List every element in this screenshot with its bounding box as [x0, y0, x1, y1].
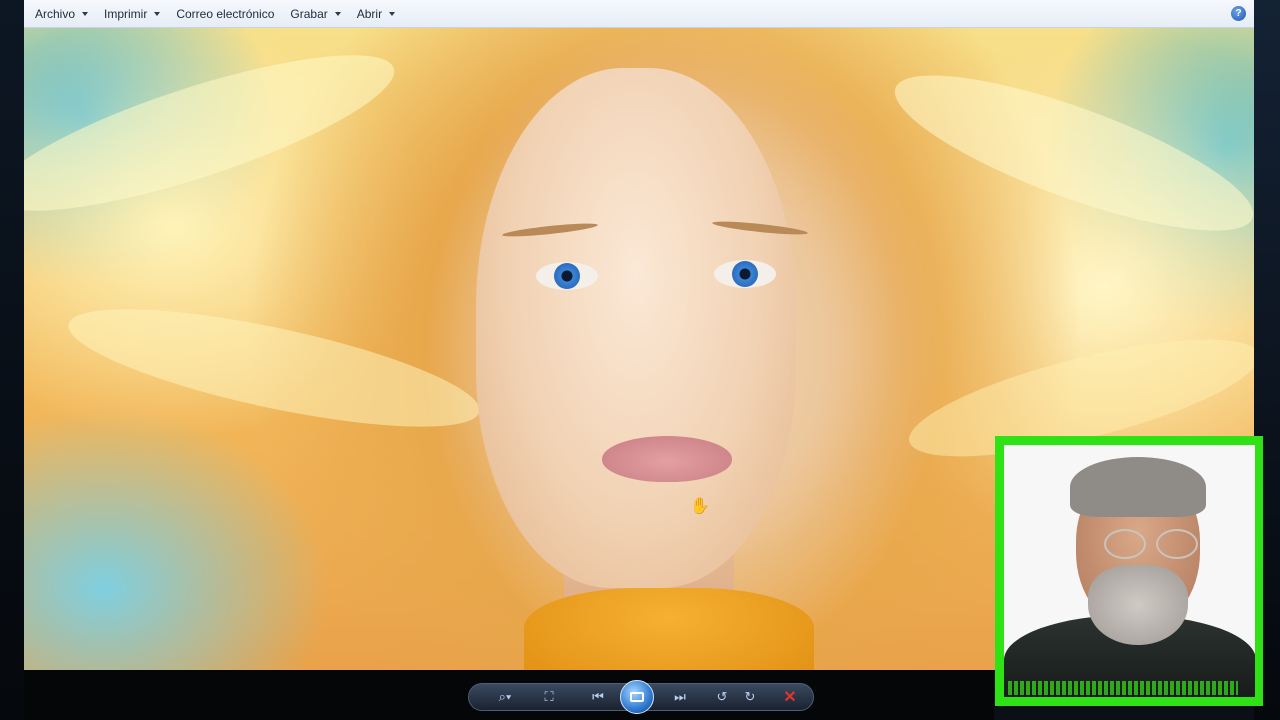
menu-archivo[interactable]: Archivo [30, 3, 93, 25]
light-ray [880, 45, 1254, 261]
portrait-face [476, 68, 796, 588]
portrait-right-eye [714, 260, 776, 288]
chevron-down-icon [154, 11, 161, 16]
window-left-border [0, 0, 24, 720]
webcam-overlay [995, 436, 1263, 706]
portrait-right-iris [732, 261, 758, 287]
menu-correo-label: Correo electrónico [176, 6, 275, 21]
menu-bar: Archivo Imprimir Correo electrónico Grab… [24, 0, 1254, 28]
slideshow-screen-icon [630, 692, 644, 702]
portrait-left-eye [536, 262, 598, 290]
chevron-down-icon [389, 11, 396, 16]
light-ray [60, 285, 488, 451]
glasses-icon [1104, 529, 1204, 559]
rotate-right-icon[interactable]: ↻ [740, 688, 760, 706]
menu-imprimir-label: Imprimir [104, 6, 148, 21]
presenter-hair [1070, 457, 1206, 517]
rotate-left-icon[interactable]: ↺ [712, 688, 732, 706]
menu-grabar-label: Grabar [290, 6, 328, 21]
audio-level-meter [1008, 681, 1238, 695]
zoom-icon[interactable]: ⌕▾ [490, 688, 520, 706]
chevron-down-icon [334, 11, 341, 16]
chevron-down-icon [82, 11, 89, 16]
menu-imprimir[interactable]: Imprimir [99, 3, 165, 25]
next-icon[interactable]: ⏭ [668, 688, 692, 706]
presenter-beard [1088, 565, 1188, 645]
portrait-lips [602, 436, 732, 482]
menu-abrir[interactable]: Abrir [352, 3, 400, 25]
menu-grabar[interactable]: Grabar [285, 3, 345, 25]
menu-correo-electronico[interactable]: Correo electrónico [171, 3, 279, 25]
delete-icon[interactable]: ✕ [780, 688, 800, 706]
menu-archivo-label: Archivo [35, 6, 76, 21]
photo-viewer-window: Archivo Imprimir Correo electrónico Grab… [0, 0, 1280, 720]
light-ray [24, 28, 408, 241]
help-icon[interactable]: ? [1231, 6, 1246, 21]
hand-grab-icon: ✋ [690, 498, 710, 515]
menu-abrir-label: Abrir [356, 6, 383, 21]
previous-icon[interactable]: ⏮ [586, 688, 610, 706]
webcam-feed [1004, 445, 1255, 697]
portrait-collar [524, 588, 814, 670]
actual-size-icon[interactable]: ⛶ [538, 688, 560, 706]
portrait-left-iris [554, 263, 580, 289]
viewer-toolbar: ⌕▾ ⛶ ⏮ ⏭ ↺ ↻ ✕ [24, 670, 994, 720]
slideshow-icon[interactable] [620, 680, 654, 714]
